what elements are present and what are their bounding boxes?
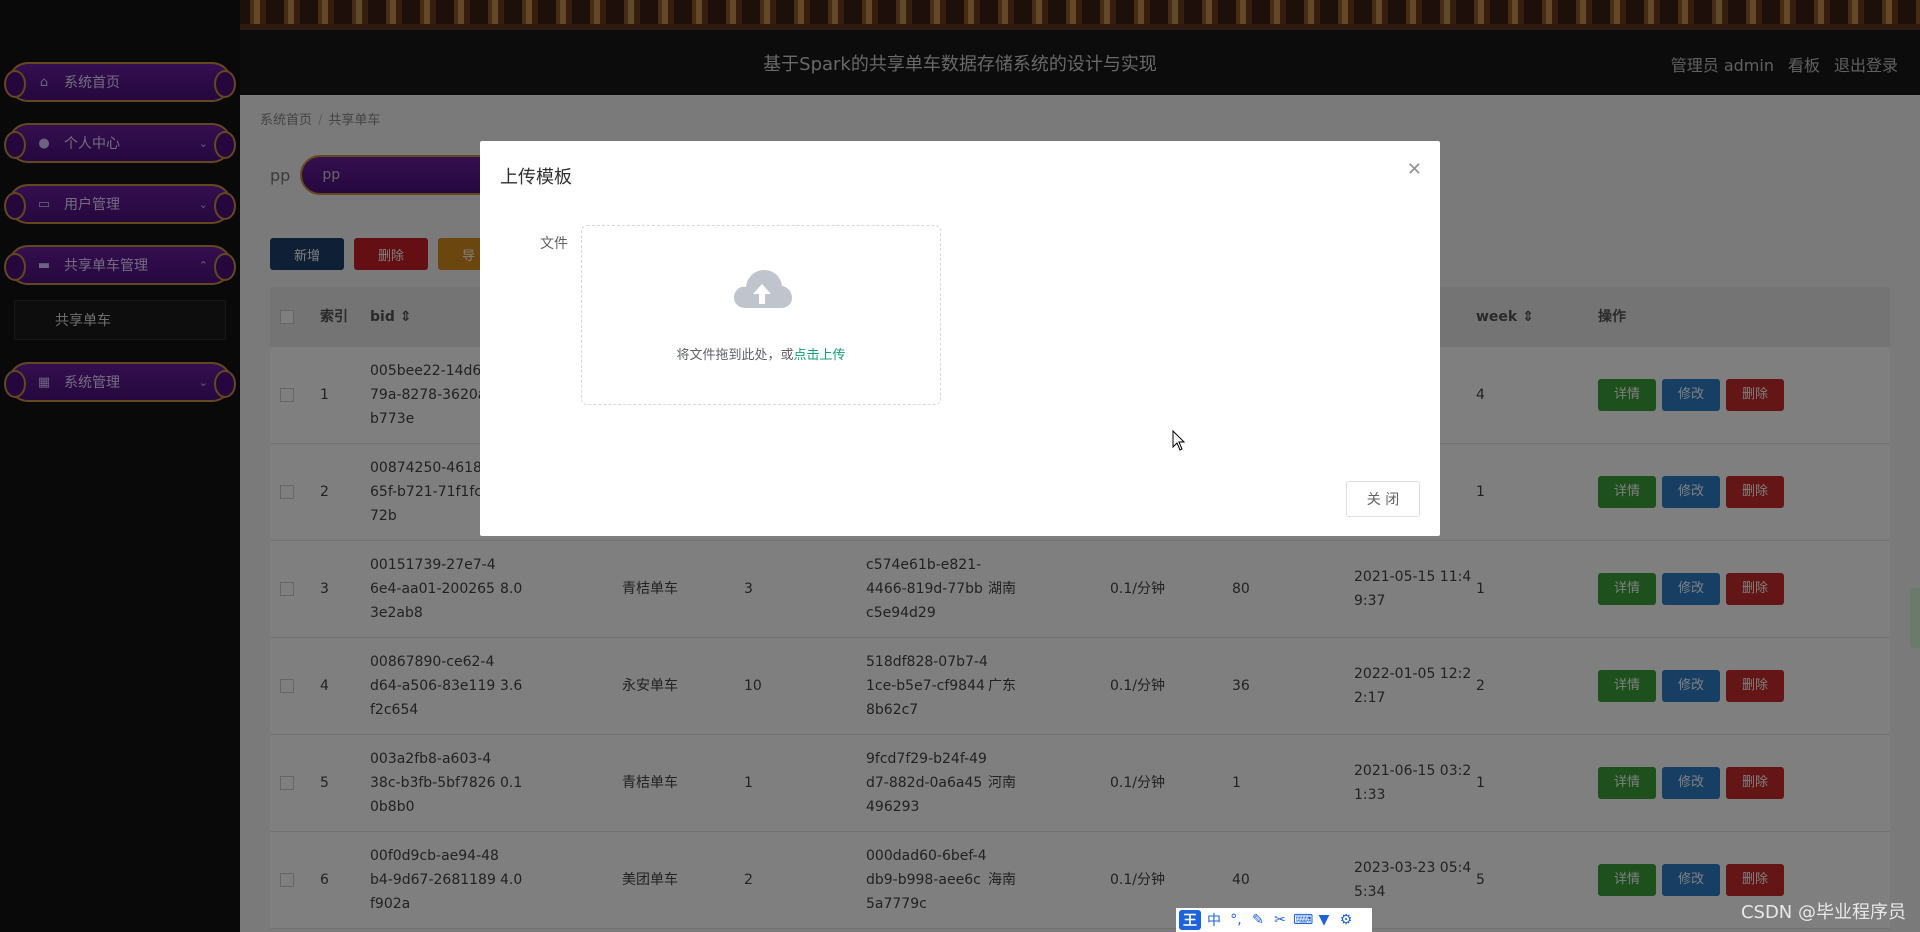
ime-toolbar: 王 中 °, ✎ ✂ ⌨ ▼ ⚙ <box>1176 908 1372 932</box>
cloud-upload-icon <box>734 270 792 308</box>
settings-icon[interactable]: ⚙ <box>1337 912 1355 928</box>
ime-mode[interactable]: 中 <box>1205 910 1223 930</box>
dialog-title: 上传模板 <box>500 167 572 188</box>
ime-logo[interactable]: 王 <box>1179 910 1201 930</box>
click-upload-link[interactable]: 点击上传 <box>794 348 846 363</box>
skin-icon[interactable]: ▼ <box>1315 912 1333 928</box>
mouse-cursor-icon <box>1172 430 1186 451</box>
close-icon[interactable]: ✕ <box>1407 159 1422 180</box>
upload-dropzone[interactable]: 将文件拖到此处，或点击上传 <box>581 225 941 405</box>
scissors-icon[interactable]: ✂ <box>1271 912 1289 928</box>
close-button[interactable]: 关 闭 <box>1346 481 1420 517</box>
upload-text: 将文件拖到此处，或点击上传 <box>582 344 940 363</box>
upload-template-dialog: 上传模板 ✕ 文件 将文件拖到此处，或点击上传 关 闭 <box>480 141 1440 536</box>
scrollbar-handle[interactable] <box>1910 588 1920 648</box>
pen-icon[interactable]: ✎ <box>1249 912 1267 928</box>
watermark: CSDN @毕业程序员 <box>1740 902 1906 923</box>
keyboard-icon[interactable]: ⌨ <box>1293 912 1313 928</box>
file-label: 文件 <box>540 236 568 252</box>
punctuation-icon[interactable]: °, <box>1227 912 1245 928</box>
upload-hint: 将文件拖到此处，或 <box>676 348 794 363</box>
